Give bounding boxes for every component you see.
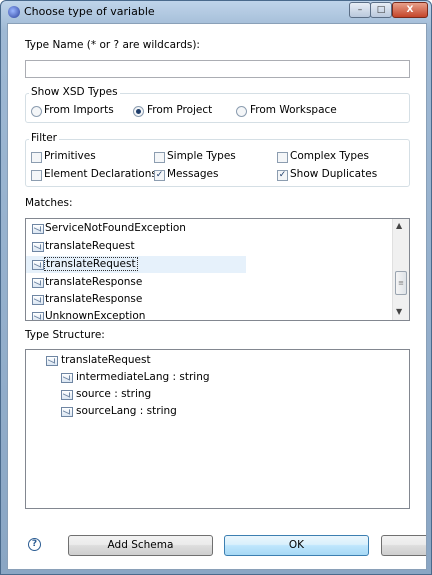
scroll-up-arrow-icon[interactable]: ▲ xyxy=(396,221,402,230)
primitives-label[interactable]: Primitives xyxy=(44,150,96,162)
from-imports-label[interactable]: From Imports xyxy=(44,104,114,116)
from-project-label[interactable]: From Project xyxy=(147,104,212,116)
tree-child-node[interactable]: sourceLang : string xyxy=(61,403,261,420)
xsd-types-group-title: Show XSD Types xyxy=(29,86,120,98)
matches-label: Matches: xyxy=(25,197,73,209)
messages-checkbox[interactable]: ✓ xyxy=(154,170,165,181)
list-item[interactable]: translateRequest xyxy=(26,238,246,255)
tree-child-node[interactable]: source : string xyxy=(61,386,261,403)
title-bar[interactable]: Choose type of variable – □ X xyxy=(1,1,431,23)
complex-types-label[interactable]: Complex Types xyxy=(290,150,369,162)
dialog-window: Choose type of variable – □ X Type Name … xyxy=(0,0,432,575)
from-project-radio[interactable] xyxy=(133,106,144,117)
list-item[interactable]: UnknownException xyxy=(26,308,246,320)
eclipse-app-icon xyxy=(8,6,20,18)
window-title: Choose type of variable xyxy=(24,5,155,18)
message-icon xyxy=(32,312,44,320)
type-structure-tree[interactable]: translateRequest intermediateLang : stri… xyxy=(25,349,410,509)
element-declarations-checkbox[interactable] xyxy=(31,170,42,181)
scroll-thumb[interactable]: ≡ xyxy=(395,271,407,295)
scroll-down-arrow-icon[interactable]: ▼ xyxy=(396,307,402,316)
close-button[interactable]: X xyxy=(392,2,428,18)
message-icon xyxy=(32,242,44,252)
type-name-input[interactable] xyxy=(25,60,410,78)
message-icon xyxy=(32,278,44,288)
cancel-button[interactable] xyxy=(381,535,426,556)
tree-child-node[interactable]: intermediateLang : string xyxy=(61,369,261,386)
matches-list[interactable]: ServiceNotFoundException translateReques… xyxy=(25,218,410,321)
type-name-label: Type Name (* or ? are wildcards): xyxy=(25,39,200,51)
maximize-button[interactable]: □ xyxy=(370,2,392,18)
list-item[interactable]: ServiceNotFoundException xyxy=(26,220,246,237)
messages-label[interactable]: Messages xyxy=(167,168,219,180)
from-workspace-label[interactable]: From Workspace xyxy=(250,104,337,116)
list-item-selected[interactable]: translateRequest xyxy=(26,256,246,273)
simple-types-checkbox[interactable] xyxy=(154,152,165,163)
show-duplicates-label[interactable]: Show Duplicates xyxy=(290,168,377,180)
element-declarations-label[interactable]: Element Declarations xyxy=(44,168,157,180)
help-icon[interactable]: ? xyxy=(28,538,41,551)
ok-button[interactable]: OK xyxy=(224,535,369,556)
minimize-button[interactable]: – xyxy=(349,2,371,18)
part-icon xyxy=(61,373,73,383)
from-imports-radio[interactable] xyxy=(31,106,42,117)
message-icon xyxy=(46,356,58,366)
part-icon xyxy=(61,390,73,400)
message-icon xyxy=(32,224,44,234)
primitives-checkbox[interactable] xyxy=(31,152,42,163)
list-item[interactable]: translateResponse xyxy=(26,291,246,308)
message-icon xyxy=(32,260,44,270)
part-icon xyxy=(61,407,73,417)
filter-group-title: Filter xyxy=(29,132,60,144)
dialog-content: Type Name (* or ? are wildcards): Show X… xyxy=(7,23,427,570)
message-icon xyxy=(32,295,44,305)
list-item[interactable]: translateResponse xyxy=(26,274,246,291)
add-schema-button[interactable]: Add Schema xyxy=(68,535,213,556)
type-structure-label: Type Structure: xyxy=(25,329,105,341)
show-duplicates-checkbox[interactable]: ✓ xyxy=(277,170,288,181)
simple-types-label[interactable]: Simple Types xyxy=(167,150,236,162)
tree-root-node[interactable]: translateRequest xyxy=(46,352,246,369)
complex-types-checkbox[interactable] xyxy=(277,152,288,163)
from-workspace-radio[interactable] xyxy=(236,106,247,117)
matches-scrollbar[interactable]: ▲ ≡ ▼ xyxy=(392,219,409,320)
